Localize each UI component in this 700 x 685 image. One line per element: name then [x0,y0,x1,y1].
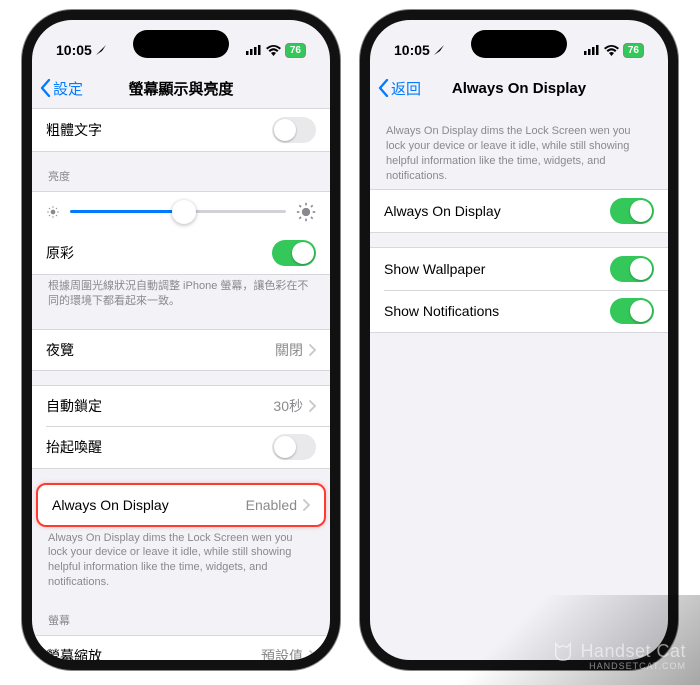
raise-to-wake-toggle[interactable] [272,434,316,460]
aod-description: Always On Display dims the Lock Screen w… [370,114,668,189]
brightness-slider[interactable] [70,210,286,213]
display-zoom-value: 預設值 [261,646,303,660]
watermark-brand: Handset Cat [580,642,686,660]
night-shift-label: 夜覽 [46,340,74,360]
sun-large-icon [296,202,316,222]
nav-bar: 設定 螢幕顯示與亮度 [32,68,330,108]
night-shift-value: 關閉 [275,340,303,360]
aod-footer: Always On Display dims the Lock Screen w… [32,527,330,596]
location-icon [95,44,107,56]
aod-toggle[interactable] [610,198,654,224]
row-aod[interactable]: Always On Display Enabled [38,485,324,525]
watermark: Handset Cat HANDSETCAT.COM [552,640,686,671]
true-tone-label: 原彩 [46,243,74,263]
display-header: 螢幕 [32,610,330,635]
row-aod-toggle[interactable]: Always On Display [370,190,668,232]
row-night-shift[interactable]: 夜覽 關閉 [32,330,330,370]
aod-label: Always On Display [52,497,169,513]
signal-icon [246,45,262,55]
row-show-wallpaper[interactable]: Show Wallpaper [370,248,668,290]
brightness-header: 亮度 [32,166,330,191]
content-right: Always On Display dims the Lock Screen w… [370,108,668,660]
cat-icon [552,640,574,662]
signal-icon [584,45,600,55]
chevron-right-icon [309,650,316,660]
location-icon [433,44,445,56]
chevron-right-icon [309,400,316,412]
display-zoom-label: 螢幕縮放 [46,646,102,660]
sun-small-icon [46,205,60,219]
true-tone-toggle[interactable] [272,240,316,266]
show-wallpaper-label: Show Wallpaper [384,261,485,277]
watermark-url: HANDSETCAT.COM [552,662,686,671]
raise-to-wake-label: 抬起喚醒 [46,437,102,457]
wifi-icon [266,45,281,56]
chevron-left-icon [40,79,51,97]
back-label: 設定 [53,78,83,99]
wifi-icon [604,45,619,56]
bold-text-label: 粗體文字 [46,120,102,140]
nav-title: 螢幕顯示與亮度 [128,78,233,99]
phone-left: 10:05 76 設定 螢幕顯示與亮度 粗體文字 亮度 [22,10,340,670]
row-true-tone[interactable]: 原彩 [32,232,330,274]
battery-badge: 76 [623,43,644,58]
show-notifications-label: Show Notifications [384,303,499,319]
nav-bar: 返回 Always On Display [370,68,668,108]
row-display-zoom[interactable]: 螢幕縮放 預設值 [32,636,330,660]
dynamic-island [133,30,229,58]
status-time: 10:05 [394,42,430,58]
back-button[interactable]: 返回 [378,78,421,99]
phone-right: 10:05 76 返回 Always On Display Always On … [360,10,678,670]
status-time: 10:05 [56,42,92,58]
true-tone-footer: 根據周圍光線狀況自動調整 iPhone 螢幕，讓色彩在不同的環境下都看起來一致。 [32,275,330,315]
row-auto-lock[interactable]: 自動鎖定 30秒 [32,386,330,426]
aod-toggle-label: Always On Display [384,203,501,219]
back-label: 返回 [391,78,421,99]
brightness-slider-row [32,192,330,232]
show-wallpaper-toggle[interactable] [610,256,654,282]
back-button[interactable]: 設定 [40,78,83,99]
auto-lock-label: 自動鎖定 [46,396,102,416]
show-notifications-toggle[interactable] [610,298,654,324]
battery-badge: 76 [285,43,306,58]
auto-lock-value: 30秒 [273,396,303,416]
nav-title: Always On Display [452,80,586,97]
chevron-left-icon [378,79,389,97]
content-left: 粗體文字 亮度 原彩 根據周圍光線狀況自動調整 iPhone 螢幕，讓色彩在不同… [32,108,330,660]
dynamic-island [471,30,567,58]
row-show-notifications[interactable]: Show Notifications [370,290,668,332]
chevron-right-icon [303,499,310,511]
bold-text-toggle[interactable] [272,117,316,143]
row-bold-text[interactable]: 粗體文字 [32,109,330,151]
row-raise-to-wake[interactable]: 抬起喚醒 [32,426,330,468]
chevron-right-icon [309,344,316,356]
aod-value: Enabled [246,497,297,513]
